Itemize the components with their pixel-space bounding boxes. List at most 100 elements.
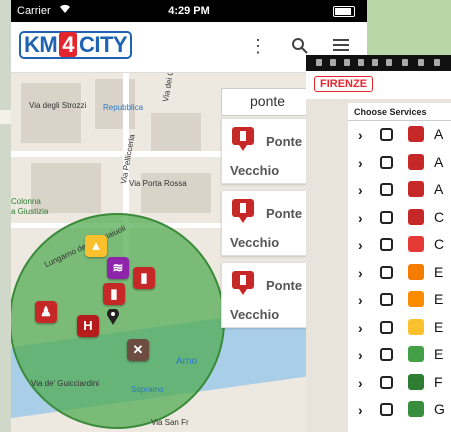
app-header: FIRENZE <box>306 71 451 99</box>
km4city-logo: KM 4 CITY <box>19 31 133 59</box>
map-label: a Giustizia <box>11 207 49 216</box>
service-category-icon <box>408 263 424 280</box>
hotel-poi-marker[interactable]: H <box>77 315 99 337</box>
service-row[interactable]: › E <box>348 316 451 340</box>
service-category-icon <box>408 236 424 252</box>
result-subtitle: Vecchio <box>230 235 280 250</box>
service-category-icon <box>408 346 424 362</box>
service-checkbox[interactable] <box>380 183 393 196</box>
service-row[interactable]: › A <box>348 151 451 175</box>
expand-chevron-icon[interactable]: › <box>358 155 363 171</box>
monument-icon <box>232 127 254 151</box>
services-panel: Choose Services › A › A › A › C › C › E › E › E › E › F › G <box>348 103 451 432</box>
service-row[interactable]: › C <box>348 206 451 230</box>
service-row[interactable]: › A <box>348 123 451 147</box>
service-category-icon <box>408 208 424 225</box>
service-label: A <box>434 181 444 197</box>
clock: 4:29 PM <box>168 5 210 17</box>
result-item[interactable]: Ponte Vecchio <box>221 262 317 328</box>
map-label: Sopramo <box>131 385 164 394</box>
service-row[interactable]: › G <box>348 398 451 422</box>
service-label: A <box>434 153 444 170</box>
service-category-icon <box>408 373 424 390</box>
service-category-icon <box>408 126 424 142</box>
service-row[interactable]: › E <box>348 261 451 285</box>
result-subtitle: Vecchio <box>230 163 280 178</box>
service-checkbox[interactable] <box>380 210 393 224</box>
list-icon[interactable] <box>333 38 349 54</box>
expand-chevron-icon[interactable]: › <box>358 347 363 363</box>
panel-title: Choose Services <box>348 103 451 121</box>
result-title: Ponte <box>266 206 303 221</box>
status-bar <box>306 55 451 71</box>
wifi-poi-marker[interactable]: ≋ <box>107 257 129 279</box>
monument-icon <box>232 271 254 295</box>
map-label: Via San Fr <box>151 418 189 427</box>
service-row[interactable]: › F <box>348 371 451 395</box>
service-label: C <box>434 236 445 252</box>
restaurant-poi-marker[interactable]: ✕ <box>127 339 149 361</box>
expand-chevron-icon[interactable]: › <box>358 182 363 198</box>
service-category-icon <box>408 318 424 335</box>
result-title: Ponte <box>266 278 303 293</box>
expand-chevron-icon[interactable]: › <box>358 375 363 391</box>
map-label: Arno <box>176 356 198 367</box>
location-pin-icon[interactable] <box>107 309 119 325</box>
expand-chevron-icon[interactable]: › <box>358 402 363 418</box>
more-menu-icon[interactable]: ⋮ <box>248 36 268 56</box>
service-category-icon <box>408 401 424 417</box>
service-checkbox[interactable] <box>380 238 393 251</box>
status-bar: Carrier 4:29 PM <box>11 0 367 22</box>
result-title: Ponte <box>266 134 303 149</box>
expand-chevron-icon[interactable]: › <box>358 127 363 143</box>
poi-marker[interactable]: ▮ <box>103 283 125 305</box>
battery-icon <box>333 6 355 17</box>
service-category-icon <box>408 291 424 307</box>
service-row[interactable]: › E <box>348 288 451 312</box>
service-row[interactable]: › C <box>348 233 451 257</box>
service-label: E <box>434 291 444 307</box>
service-label: A <box>434 126 444 142</box>
result-subtitle: Vecchio <box>230 307 280 322</box>
service-category-icon <box>408 153 424 170</box>
service-label: E <box>434 263 444 280</box>
service-checkbox[interactable] <box>380 265 393 279</box>
results-list: Ponte Vecchio Ponte Vecchio Ponte Vecchi… <box>221 118 317 334</box>
service-checkbox[interactable] <box>380 320 393 334</box>
map-label: Via Pellicceria <box>119 133 137 185</box>
expand-chevron-icon[interactable]: › <box>358 320 363 336</box>
expand-chevron-icon[interactable]: › <box>358 292 363 308</box>
map-label: Via dei Calzaiuoli <box>161 73 180 103</box>
service-label: E <box>434 318 444 335</box>
poi-marker[interactable]: ♟ <box>35 301 57 323</box>
result-item[interactable]: Ponte Vecchio <box>221 190 317 256</box>
service-checkbox[interactable] <box>380 128 393 141</box>
search-field[interactable] <box>221 88 319 116</box>
poi-marker[interactable]: ▲ <box>85 235 107 257</box>
service-label: G <box>434 401 445 417</box>
map-label: Repubblica <box>103 103 144 112</box>
map-label: Colonna <box>11 197 41 206</box>
map-label: Via de' Guicciardini <box>31 379 100 388</box>
expand-chevron-icon[interactable]: › <box>358 237 363 253</box>
poi-marker[interactable]: ▮ <box>133 267 155 289</box>
search-input[interactable] <box>222 89 318 113</box>
service-checkbox[interactable] <box>380 375 393 389</box>
service-label: F <box>434 373 443 390</box>
service-checkbox[interactable] <box>380 293 393 306</box>
secondary-phone: FIRENZE Choose Services › A › A › A › C › C › E › E › E… <box>306 55 451 432</box>
service-checkbox[interactable] <box>380 348 393 361</box>
expand-chevron-icon[interactable]: › <box>358 265 363 281</box>
search-icon[interactable] <box>290 36 310 56</box>
service-label: C <box>434 208 445 225</box>
map-label: Via degli Strozzi <box>29 101 87 110</box>
service-checkbox[interactable] <box>380 403 393 416</box>
map-label: Via Porta Rossa <box>129 179 187 188</box>
city-badge[interactable]: FIRENZE <box>314 76 374 92</box>
service-checkbox[interactable] <box>380 155 393 169</box>
service-category-icon <box>408 181 424 197</box>
expand-chevron-icon[interactable]: › <box>358 210 363 226</box>
result-item[interactable]: Ponte Vecchio <box>221 118 317 184</box>
service-row[interactable]: › E <box>348 343 451 367</box>
service-row[interactable]: › A <box>348 178 451 202</box>
